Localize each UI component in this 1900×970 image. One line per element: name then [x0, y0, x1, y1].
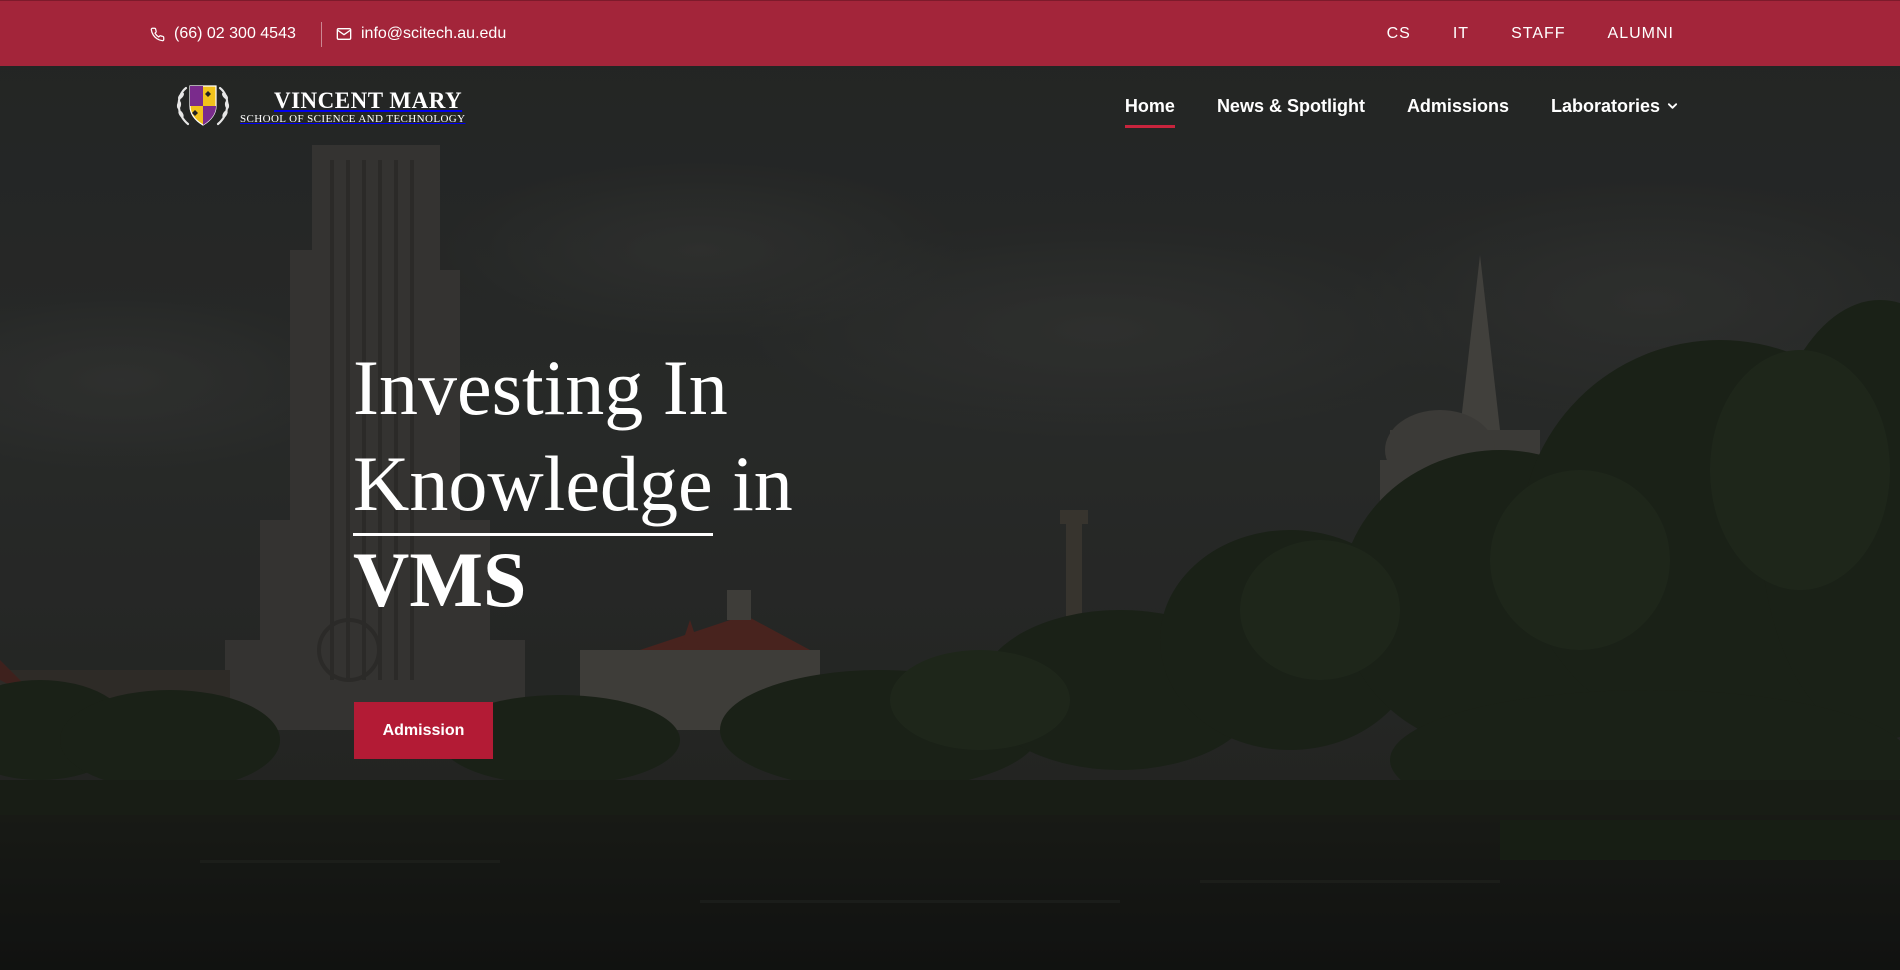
hero-background-image	[0, 0, 1900, 970]
logo-title: VINCENT MARY	[274, 88, 463, 113]
nav-item-home[interactable]: Home	[1124, 96, 1175, 128]
envelope-icon	[336, 27, 352, 41]
logo-subtitle: SCHOOL OF SCIENCE AND TECHNOLOGY	[240, 113, 466, 125]
quicklink-staff[interactable]: STAFF	[1511, 25, 1565, 43]
phone-link[interactable]: (66) 02 300 4543	[150, 1, 296, 67]
hero-heading: Investing In Knowledge in VMS	[353, 340, 793, 628]
nav-item-news-spotlight[interactable]: News & Spotlight	[1217, 96, 1365, 117]
phone-icon	[150, 27, 165, 42]
site-logo[interactable]: VINCENT MARY SCHOOL OF SCIENCE AND TECHN…	[172, 82, 465, 132]
email-link[interactable]: info@scitech.au.edu	[336, 1, 506, 67]
nav-item-admissions[interactable]: Admissions	[1407, 96, 1509, 117]
nav-item-laboratories[interactable]: Laboratories	[1551, 96, 1678, 117]
admission-button[interactable]: Admission	[354, 702, 493, 759]
email-address: info@scitech.au.edu	[361, 25, 507, 42]
contact-divider	[321, 22, 322, 47]
phone-number: (66) 02 300 4543	[174, 25, 296, 42]
hero-underlined-word: Knowledge	[353, 436, 713, 536]
crest-icon	[172, 80, 234, 135]
hero-line-3: VMS	[353, 536, 527, 623]
logo-wordmark: VINCENT MARY SCHOOL OF SCIENCE AND TECHN…	[240, 89, 465, 125]
main-navigation: Home News & Spotlight Admissions Laborat…	[1124, 84, 1678, 128]
quicklink-alumni[interactable]: ALUMNI	[1608, 25, 1674, 43]
quicklink-cs[interactable]: CS	[1387, 25, 1411, 43]
top-contact-bar: (66) 02 300 4543 info@scitech.au.edu CS …	[0, 0, 1900, 66]
hero-line-2: Knowledge in	[353, 436, 793, 536]
hero-line-2-rest: in	[712, 440, 793, 527]
chevron-down-icon	[1667, 102, 1678, 110]
nav-item-laboratories-label: Laboratories	[1550, 95, 1660, 116]
quick-links: CS IT STAFF ALUMNI	[1387, 1, 1674, 67]
hero-line-1: Investing In	[353, 344, 728, 431]
dark-overlay	[0, 0, 1900, 970]
quicklink-it[interactable]: IT	[1453, 25, 1469, 43]
